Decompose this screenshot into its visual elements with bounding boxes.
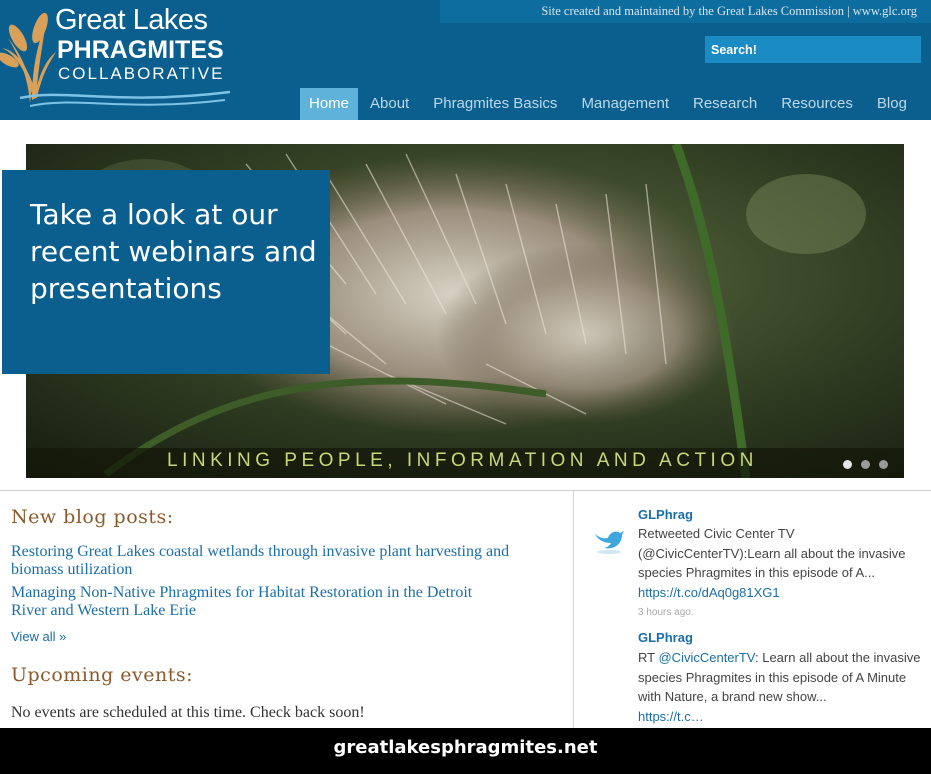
site-logo[interactable]: Great Lakes PHRAGMITES COLLABORATIVE <box>0 0 240 118</box>
blog-post-link[interactable]: Managing Non-Native Phragmites for Habit… <box>11 584 511 620</box>
content-divider <box>0 490 931 491</box>
slider-dot-3[interactable] <box>879 460 888 469</box>
page: Site created and maintained by the Great… <box>0 0 931 728</box>
logo-text-collaborative: COLLABORATIVE <box>58 64 225 83</box>
column-divider <box>573 491 574 728</box>
events-heading: Upcoming events: <box>11 664 194 686</box>
site-tagline[interactable]: Site created and maintained by the Great… <box>541 4 917 19</box>
view-all-link[interactable]: View all » <box>11 629 66 644</box>
slider-dot-1[interactable] <box>843 460 852 469</box>
blog-heading: New blog posts: <box>11 506 174 528</box>
hero-callout[interactable]: Take a look at our recent webinars and p… <box>2 170 330 374</box>
tweet-body: Retweeted Civic Center TV (@CivicCenterT… <box>638 526 906 580</box>
logo-text-phragmites: PHRAGMITES <box>57 36 224 64</box>
tweet-link[interactable]: https://t.c… <box>638 709 704 724</box>
site-header: Site created and maintained by the Great… <box>0 0 931 120</box>
tagline-bar: Site created and maintained by the Great… <box>440 0 931 23</box>
nav-item-resources[interactable]: Resources <box>769 88 865 120</box>
hero-caption: LINKING PEOPLE, INFORMATION AND ACTION <box>167 450 758 471</box>
main-nav: Home About Phragmites Basics Management … <box>300 88 919 120</box>
footer-banner: greatlakesphragmites.net <box>0 728 931 774</box>
no-events-text: No events are scheduled at this time. Ch… <box>11 704 365 721</box>
site-url: greatlakesphragmites.net <box>333 737 598 758</box>
tweet-prefix: RT <box>638 650 659 665</box>
nav-item-home[interactable]: Home <box>300 88 359 120</box>
tweet-text: Retweeted Civic Center TV (@CivicCenterT… <box>638 524 923 602</box>
search-input[interactable] <box>705 36 921 63</box>
tweet-text: RT @CivicCenterTV: Learn all about the i… <box>638 648 923 726</box>
nav-item-phragmites-basics[interactable]: Phragmites Basics <box>421 88 569 120</box>
logo-text-great-lakes: Great Lakes <box>55 4 208 36</box>
hero-callout-text: Take a look at our recent webinars and p… <box>30 198 317 305</box>
slider-dot-2[interactable] <box>861 460 870 469</box>
twitter-bird-icon <box>595 531 624 554</box>
tweet-mention-link[interactable]: @CivicCenterTV <box>658 650 755 665</box>
tweet-username[interactable]: GLPhrag <box>638 630 693 645</box>
nav-item-blog[interactable]: Blog <box>865 88 919 120</box>
tweet-time[interactable]: 3 hours ago. <box>638 607 694 618</box>
tweet-link[interactable]: https://t.co/dAq0g81XG1 <box>638 585 780 600</box>
nav-item-about[interactable]: About <box>358 88 421 120</box>
tweet-username[interactable]: GLPhrag <box>638 507 693 522</box>
nav-item-research[interactable]: Research <box>681 88 769 120</box>
blog-post-link[interactable]: Restoring Great Lakes coastal wetlands t… <box>11 543 511 579</box>
nav-item-management[interactable]: Management <box>569 88 681 120</box>
logo-wave <box>19 90 231 107</box>
